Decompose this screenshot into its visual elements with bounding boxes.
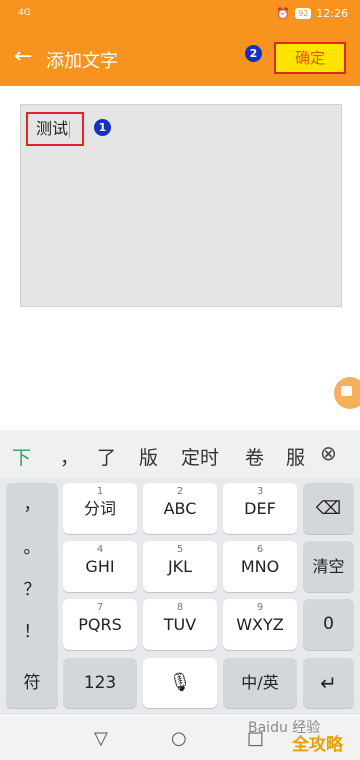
key-label: TUV	[163, 615, 197, 634]
key-6[interactable]: 6 MNO	[223, 541, 297, 592]
key-label: GHI	[85, 557, 115, 576]
key-number: 7	[96, 602, 104, 613]
key-8[interactable]: 8 TUV	[143, 599, 217, 650]
key-2[interactable]: 2 ABC	[143, 483, 217, 534]
space-key[interactable]: 🎙	[143, 658, 217, 708]
confirm-button[interactable]: 确定	[274, 42, 346, 74]
typed-text-highlight: 测试	[26, 112, 84, 146]
floating-video-button[interactable]	[334, 377, 360, 409]
app-header: ← 添加文字 2 确定	[0, 30, 360, 86]
symbol-key[interactable]: ，	[6, 490, 58, 515]
key-number: 9	[256, 602, 264, 613]
home-circle-icon[interactable]: ○	[171, 728, 187, 749]
key-3[interactable]: 3 DEF	[223, 483, 297, 534]
key-label: 分词	[83, 499, 116, 518]
key-number: 5	[176, 544, 184, 555]
watermark-brand: 全攻略	[292, 735, 343, 755]
zero-key[interactable]: 0	[303, 599, 354, 650]
enter-key[interactable]: ↵	[303, 658, 354, 708]
annotation-badge-2: 2	[245, 45, 262, 62]
page-title: 添加文字	[46, 51, 118, 72]
candidate-item[interactable]: 服	[286, 443, 305, 470]
microphone-icon: 🎙	[168, 672, 192, 693]
key-4[interactable]: 4 GHI	[63, 541, 137, 592]
key-5[interactable]: 5 JKL	[143, 541, 217, 592]
key-number: 4	[96, 544, 104, 555]
key-label: PQRS	[78, 615, 122, 634]
candidate-item[interactable]: 卷	[245, 443, 264, 470]
key-7[interactable]: 7 PQRS	[63, 599, 137, 650]
candidate-item[interactable]: 版	[139, 443, 158, 470]
key-label: JKL	[167, 557, 193, 576]
back-triangle-icon[interactable]: ▽	[94, 728, 108, 749]
back-arrow-icon[interactable]: ←	[14, 46, 32, 68]
language-switch-key[interactable]: 中/英	[223, 658, 297, 708]
key-label: WXYZ	[236, 615, 284, 634]
alarm-icon: ⏰	[276, 7, 291, 20]
enter-icon: ↵	[320, 671, 337, 695]
status-bar: 4G ⏰ 92 12:26	[0, 0, 360, 30]
candidate-item[interactable]: ，	[60, 443, 79, 470]
key-label: ABC	[163, 499, 197, 518]
annotation-badge-1: 1	[94, 119, 111, 136]
candidate-item[interactable]: 定时	[181, 443, 219, 470]
key-number: 1	[96, 486, 104, 497]
symbol-mode-key[interactable]: 符	[6, 658, 58, 708]
key-9[interactable]: 9 WXYZ	[223, 599, 297, 650]
key-number: 6	[256, 544, 264, 555]
status-right: ⏰ 92 12:26	[276, 7, 348, 20]
number-mode-key[interactable]: 123	[63, 658, 137, 708]
clock: 12:26	[316, 7, 348, 20]
candidate-bar	[0, 430, 360, 478]
candidate-item[interactable]: 下	[12, 443, 31, 470]
text-cursor	[69, 121, 71, 138]
signal-indicator: 4G	[18, 8, 31, 18]
key-number: 8	[176, 602, 184, 613]
key-1[interactable]: 1 分词	[63, 483, 137, 534]
backspace-key[interactable]: ⌫	[303, 483, 354, 534]
typed-text: 测试	[36, 119, 69, 138]
video-icon	[341, 386, 352, 396]
clear-key[interactable]: 清空	[303, 541, 354, 592]
collapse-keyboard-icon[interactable]: ⊗	[320, 441, 337, 465]
key-number: 3	[256, 486, 264, 497]
key-label: MNO	[240, 557, 280, 576]
backspace-icon: ⌫	[315, 498, 342, 519]
candidate-item[interactable]: 了	[97, 443, 116, 470]
symbol-key[interactable]: ！	[6, 617, 58, 642]
symbol-key[interactable]: 。	[6, 533, 58, 558]
key-label: DEF	[244, 499, 276, 518]
battery-indicator: 92	[295, 8, 312, 19]
symbol-key[interactable]: ？	[6, 575, 58, 600]
key-number: 2	[176, 486, 184, 497]
